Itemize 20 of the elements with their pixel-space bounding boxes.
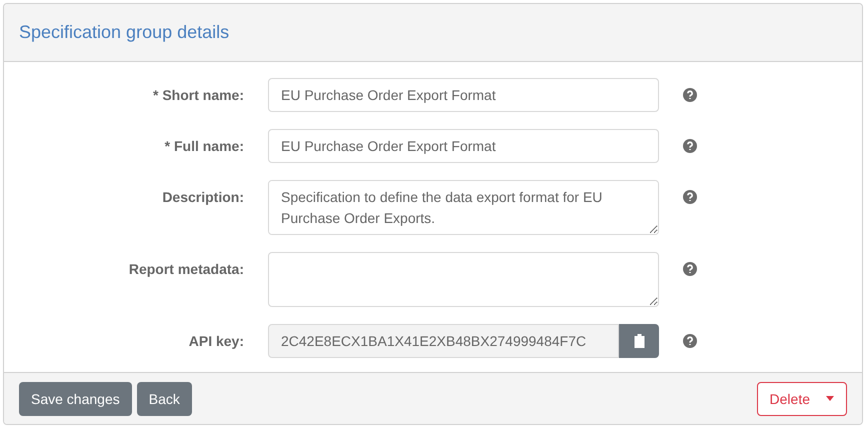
- input-field[interactable]: EU Purchase Order Export Format: [268, 129, 659, 163]
- delete-button[interactable]: Delete: [756, 382, 847, 416]
- action-button[interactable]: Back: [136, 382, 192, 416]
- field-label: * Short name:: [152, 86, 244, 103]
- help-icon[interactable]: [683, 262, 697, 276]
- field-label: * Full name:: [164, 137, 244, 154]
- help-icon[interactable]: [683, 139, 697, 153]
- help-icon[interactable]: [683, 190, 697, 204]
- caret-icon: [826, 396, 834, 401]
- panel-title: Specification group details: [19, 22, 230, 43]
- field-label: Report metadata:: [128, 260, 244, 277]
- input-field[interactable]: EU Purchase Order Export Format: [268, 78, 659, 112]
- text-area[interactable]: Specification to define the data export format for EU Purchase Order Exports.: [268, 180, 659, 235]
- action-button[interactable]: Save changes: [19, 382, 132, 416]
- field-label: Description:: [161, 188, 244, 205]
- clipboard-icon: [634, 334, 644, 348]
- help-icon[interactable]: [683, 88, 697, 102]
- help-icon[interactable]: [683, 334, 697, 348]
- field-label: API key:: [188, 332, 244, 349]
- copy-button[interactable]: [619, 324, 659, 358]
